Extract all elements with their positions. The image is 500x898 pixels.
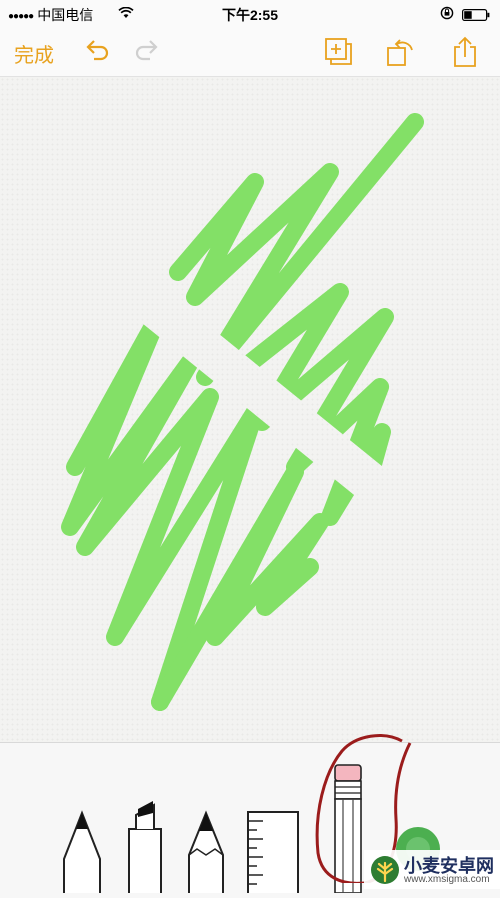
top-toolbar: 完成 — [0, 28, 500, 77]
done-button[interactable]: 完成 — [14, 39, 54, 68]
battery-icon — [462, 8, 490, 24]
ruler-tool[interactable] — [247, 811, 299, 898]
marker-tool[interactable] — [125, 799, 165, 898]
drawing-canvas[interactable] — [0, 77, 500, 742]
redo-icon[interactable] — [132, 36, 162, 71]
add-page-icon[interactable] — [323, 36, 355, 73]
pencil-tool[interactable] — [185, 809, 227, 898]
status-time: 下午2:55 — [221, 7, 279, 23]
undo-icon[interactable] — [82, 36, 112, 71]
wheat-logo-icon — [370, 855, 400, 890]
green-scribble-drawing — [61, 113, 424, 711]
share-icon[interactable] — [450, 36, 480, 73]
watermark-url: www.xmsigma.com — [404, 874, 490, 885]
rotate-icon[interactable] — [385, 36, 417, 73]
rotation-lock-icon — [440, 6, 454, 23]
pen-tool[interactable] — [60, 809, 104, 898]
site-watermark: 小麦安卓网 www.xmsigma.com — [364, 850, 500, 889]
status-bar: ●●●●● 中国电信 下午2:55 — [0, 0, 500, 28]
